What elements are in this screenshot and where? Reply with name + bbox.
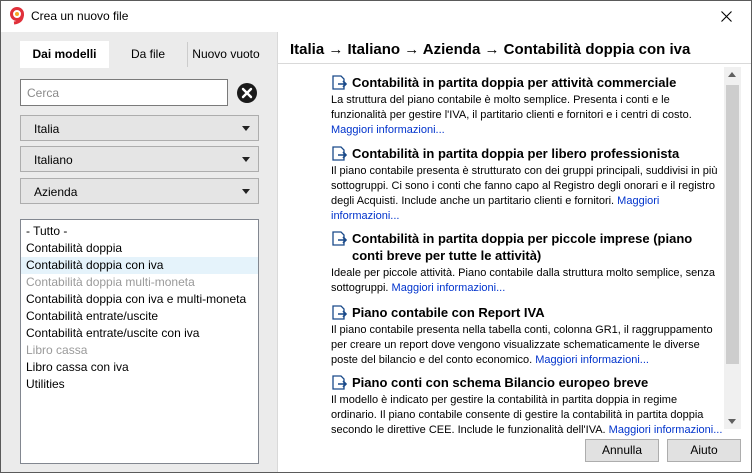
category-item-entrate-uscite[interactable]: Contabilità entrate/uscite <box>21 308 258 325</box>
help-button[interactable]: Aiuto <box>667 439 741 462</box>
scrollbar-thumb[interactable] <box>726 85 739 364</box>
country-dropdown[interactable]: Italia <box>20 115 259 141</box>
scroll-up-arrow-icon[interactable] <box>728 72 736 77</box>
tab-separator <box>187 42 188 67</box>
right-panel: Italia → Italiano → Azienda → Contabilit… <box>278 32 751 472</box>
category-item-contabilita-doppia[interactable]: Contabilità doppia <box>21 240 258 257</box>
more-info-link[interactable]: Maggiori informazioni... <box>609 424 723 436</box>
new-document-icon <box>332 231 348 246</box>
category-item-tutto[interactable]: - Tutto - <box>21 223 258 240</box>
chevron-down-icon <box>242 126 250 131</box>
country-dropdown-value: Italia <box>34 122 60 136</box>
template-description: Il piano contabile presenta nella tabell… <box>331 324 713 366</box>
category-item-libro-cassa-con-iva[interactable]: Libro cassa con iva <box>21 359 258 376</box>
category-item-contabilita-doppia-multi-moneta: Contabilità doppia multi-moneta <box>26 275 195 289</box>
left-panel: Dai modelli Da file Nuovo vuoto Italia I… <box>1 32 277 472</box>
category-item-utilities[interactable]: Utilities <box>21 376 258 393</box>
category-list[interactable]: - Tutto - Contabilità doppia Contabilità… <box>20 219 259 464</box>
breadcrumb: Italia → Italiano → Azienda → Contabilit… <box>290 41 691 58</box>
type-dropdown[interactable]: Azienda <box>20 178 259 204</box>
new-document-icon <box>332 75 348 90</box>
tab-nuovo-vuoto[interactable]: Nuovo vuoto <box>190 41 262 68</box>
category-item-contabilita-doppia-con-iva[interactable]: Contabilità doppia con iva <box>21 257 258 274</box>
new-document-icon <box>332 146 348 161</box>
template-item[interactable]: Contabilità in partita doppia per attivi… <box>328 74 723 138</box>
app-logo-icon <box>10 7 24 25</box>
template-item[interactable]: Contabilità in partita doppia per piccol… <box>328 230 723 296</box>
template-title[interactable]: Contabilità in partita doppia per attivi… <box>352 75 676 90</box>
template-title[interactable]: Contabilità in partita doppia per piccol… <box>352 231 692 263</box>
template-list: Contabilità in partita doppia per attivi… <box>328 72 723 462</box>
category-item-libro-cassa: Libro cassa <box>26 343 88 357</box>
search-input[interactable] <box>20 79 228 106</box>
template-description: Il piano contabile presenta è strutturat… <box>331 165 718 207</box>
language-dropdown[interactable]: Italiano <box>20 146 259 172</box>
type-dropdown-value: Azienda <box>34 185 78 199</box>
window-title: Crea un nuovo file <box>31 9 129 23</box>
title-bar: Crea un nuovo file <box>1 1 751 32</box>
tab-da-file[interactable]: Da file <box>109 41 187 68</box>
breadcrumb-divider <box>278 63 751 64</box>
tab-dai-modelli[interactable]: Dai modelli <box>20 41 109 68</box>
template-item[interactable]: Piano contabile con Report IVA Il piano … <box>328 304 723 368</box>
chevron-down-icon <box>242 189 250 194</box>
template-item[interactable]: Contabilità in partita doppia per libero… <box>328 145 723 224</box>
clear-search-icon[interactable] <box>237 83 257 103</box>
new-document-icon <box>332 305 348 320</box>
close-icon <box>720 11 732 22</box>
more-info-link[interactable]: Maggiori informazioni... <box>392 282 506 294</box>
category-item-entrate-uscite-con-iva[interactable]: Contabilità entrate/uscite con iva <box>21 325 258 342</box>
scroll-down-arrow-icon[interactable] <box>728 419 736 424</box>
cancel-button[interactable]: Annulla <box>585 439 659 462</box>
source-tabs: Dai modelli Da file Nuovo vuoto <box>20 41 262 68</box>
language-dropdown-value: Italiano <box>34 153 73 167</box>
template-title[interactable]: Contabilità in partita doppia per libero… <box>352 146 679 161</box>
more-info-link[interactable]: Maggiori informazioni... <box>535 354 649 366</box>
new-document-icon <box>332 375 348 390</box>
chevron-down-icon <box>242 157 250 162</box>
template-description: Ideale per piccole attività. Piano conta… <box>331 267 715 294</box>
template-description: La struttura del piano contabile è molto… <box>331 94 692 121</box>
dialog-window: Crea un nuovo file Dai modelli Da file N… <box>0 0 752 473</box>
close-button[interactable] <box>701 1 751 32</box>
template-title[interactable]: Piano contabile con Report IVA <box>352 305 545 320</box>
more-info-link[interactable]: Maggiori informazioni... <box>331 124 445 136</box>
vertical-scrollbar[interactable] <box>724 67 741 429</box>
template-title[interactable]: Piano conti con schema Bilancio europeo … <box>352 375 648 390</box>
category-item-contabilita-doppia-con-iva-multi-moneta[interactable]: Contabilità doppia con iva e multi-monet… <box>21 291 258 308</box>
template-item[interactable]: Piano conti con schema Bilancio europeo … <box>328 374 723 438</box>
